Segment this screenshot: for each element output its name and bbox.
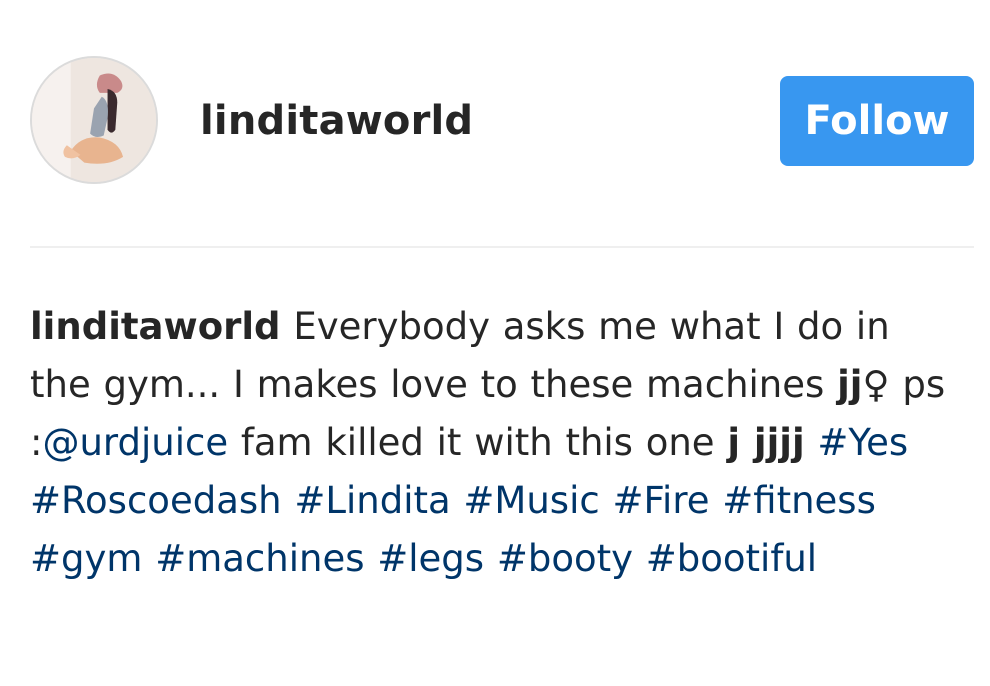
female-symbol-icon: ♀ — [862, 363, 890, 406]
hashtag[interactable]: #legs — [377, 537, 484, 580]
hashtag[interactable]: #Roscoedash — [30, 479, 282, 522]
hashtag[interactable]: #Lindita — [294, 479, 450, 522]
post-caption: linditaworld Everybody asks me what I do… — [30, 298, 960, 588]
hashtag[interactable]: #Fire — [612, 479, 709, 522]
hashtag[interactable]: #machines — [155, 537, 364, 580]
avatar[interactable] — [30, 56, 158, 184]
follow-button[interactable]: Follow — [780, 76, 974, 166]
hashtag[interactable]: #Yes — [817, 421, 908, 464]
post-username[interactable]: linditaworld — [200, 98, 473, 144]
hashtag[interactable]: #booty — [497, 537, 633, 580]
hashtag[interactable]: #Music — [463, 479, 599, 522]
caption-username[interactable]: linditaworld — [30, 305, 281, 348]
avatar-image — [32, 58, 156, 182]
divider — [30, 246, 974, 248]
caption-mention[interactable]: @urdjuice — [42, 421, 228, 464]
hashtag[interactable]: #bootiful — [646, 537, 817, 580]
hashtag[interactable]: #fitness — [722, 479, 876, 522]
post-header: linditaworld Follow — [0, 0, 990, 246]
hashtag[interactable]: #gym — [30, 537, 142, 580]
caption-text-3: fam killed it with this one — [240, 421, 715, 464]
caption-emoji-1: jj — [837, 363, 863, 406]
caption-emoji-2: j jjjj — [727, 421, 805, 464]
